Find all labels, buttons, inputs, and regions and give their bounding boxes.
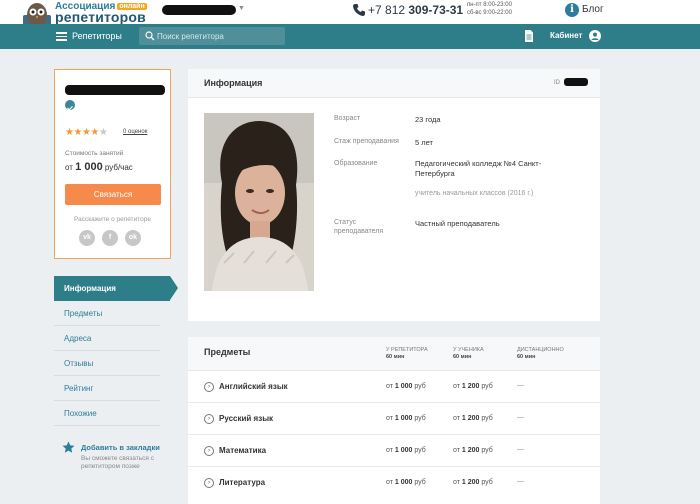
information-header: Информация ID (188, 69, 600, 98)
price-tutor: от 1 000 руб (386, 447, 426, 454)
star-filled-icon: ★ (90, 127, 99, 138)
subject-row[interactable]: › Литература от 1 000 руб от 1 200 руб — (188, 466, 600, 498)
column-header-student: У УЧЕНИКА 60 мин (453, 347, 484, 360)
price-tutor: от 1 000 руб (386, 479, 426, 486)
cabinet-link[interactable]: Кабинет (550, 31, 582, 40)
cost-label: Стоимость занятий (65, 150, 124, 157)
star-filled-icon: ★ (73, 127, 82, 138)
account-name-redacted[interactable] (162, 5, 236, 15)
column-header-tutor: У РЕПЕТИТОРА 60 мин (386, 347, 428, 360)
experience-value: 5 лет (415, 138, 433, 147)
price-remote: — (517, 446, 524, 453)
education-sub: учитель начальных классов (2016 г.) (415, 190, 534, 197)
hours-weekday: пн-пт 8:00-23:00 (467, 2, 512, 8)
section-menu: Информация Предметы Адреса Отзывы Рейтин… (54, 276, 178, 426)
price-tutor: от 1 000 руб (386, 383, 426, 390)
active-arrow (170, 276, 178, 300)
information-panel: Информация ID Возраст 23 года Стаж препо… (188, 69, 600, 321)
search-input[interactable] (157, 29, 281, 43)
user-icon[interactable] (589, 30, 601, 42)
hours-weekend: сб-вс 9:00-22:00 (467, 10, 512, 16)
phone-icon (353, 4, 365, 16)
status-label: Статус преподавателя (334, 219, 384, 235)
section-item-reviews[interactable]: Отзывы (54, 351, 160, 376)
reviews-link[interactable]: 0 оценок (123, 129, 147, 135)
subject-row[interactable]: › Русский язык от 1 000 руб от 1 200 руб… (188, 402, 600, 434)
status-value: Частный преподаватель (415, 219, 500, 228)
verified-check-icon (65, 100, 75, 111)
top-header: Ассоциация онлайн репетиторов ▼ +7 812 30… (0, 0, 700, 35)
star-icon[interactable] (62, 441, 75, 454)
rating-stars: ★★★★★ (65, 127, 108, 138)
star-empty-icon: ★ (98, 127, 108, 138)
price-remote: — (517, 382, 524, 389)
blog-link[interactable]: Блог (582, 4, 604, 15)
odnoklassniki-icon[interactable]: ok (125, 230, 141, 246)
subject-name: Английский язык (219, 382, 288, 391)
subject-row[interactable]: › Английский язык от 1 000 руб от 1 200 … (188, 370, 600, 402)
price-tutor: от 1 000 руб (386, 415, 426, 422)
tutor-name-redacted (65, 85, 165, 95)
subjects-header: Предметы У РЕПЕТИТОРА 60 мин У УЧЕНИКА 60 … (188, 337, 600, 370)
section-item-subjects[interactable]: Предметы (54, 301, 160, 326)
subject-row[interactable]: › Математика от 1 000 руб от 1 200 руб — (188, 434, 600, 466)
logo-line2: репетиторов (55, 9, 146, 25)
document-icon[interactable] (524, 30, 534, 42)
section-item-similar[interactable]: Похожие (54, 401, 160, 426)
price-student: от 1 200 руб (453, 447, 493, 454)
tutor-photo (204, 113, 314, 291)
section-item-addresses[interactable]: Адреса (54, 326, 160, 351)
bookmark-note: Вы сможете связаться с репетитором позже (81, 455, 154, 470)
age-label: Возраст (334, 115, 361, 122)
education-value: Педагогический колледж №4 Санкт-Петербур… (415, 159, 542, 178)
price-student: от 1 200 руб (453, 479, 493, 486)
add-bookmark-link[interactable]: Добавить в закладки (81, 443, 160, 452)
facebook-icon[interactable]: f (102, 230, 118, 246)
age-value: 23 года (415, 115, 441, 124)
id-label: ID (554, 80, 560, 86)
chevron-down-icon[interactable]: ▼ (238, 5, 245, 12)
id-value-redacted (564, 78, 588, 86)
education-label: Образование (334, 160, 378, 167)
subjects-panel: Предметы У РЕПЕТИТОРА 60 мин У УЧЕНИКА 60 … (188, 337, 600, 504)
price-student: от 1 200 руб (453, 383, 493, 390)
main-navbar: Репетиторы Кабинет (0, 24, 700, 49)
vk-icon[interactable]: vk (79, 230, 95, 246)
subject-name: Литература (219, 478, 266, 487)
chevron-right-icon[interactable]: › (204, 414, 214, 424)
chevron-right-icon[interactable]: › (204, 446, 214, 456)
hamburger-menu-icon[interactable] (56, 32, 67, 41)
experience-label: Стаж преподавания (334, 138, 399, 145)
chevron-right-icon[interactable]: › (204, 478, 214, 488)
section-item-rating[interactable]: Рейтинг (54, 376, 160, 401)
chevron-right-icon[interactable]: › (204, 382, 214, 392)
price-remote: — (517, 478, 524, 485)
working-hours: пн-пт 8:00-23:00 сб-вс 9:00-22:00 (467, 1, 512, 17)
price-remote: — (517, 414, 524, 421)
share-label: Расскажите о репетиторе (73, 216, 152, 223)
phone-number[interactable]: +7 812 309-73-31 (368, 3, 463, 17)
column-header-remote: ДИСТАНЦИОННО 60 мин (517, 347, 564, 360)
subject-name: Русский язык (219, 414, 274, 423)
contact-button[interactable]: Связаться (65, 184, 161, 205)
cost-value: от 1 000 руб/час (65, 161, 133, 173)
price-student: от 1 200 руб (453, 415, 493, 422)
section-item-info[interactable]: Информация (54, 276, 170, 301)
search-box[interactable] (139, 27, 285, 45)
tutors-menu-link[interactable]: Репетиторы (72, 31, 122, 41)
tutor-profile-card: ★★★★★ 0 оценок Стоимость занятий от 1 00… (54, 69, 171, 259)
subjects-title: Предметы (204, 347, 251, 357)
search-icon (145, 31, 155, 41)
info-icon[interactable]: i (565, 3, 579, 17)
subject-name: Математика (219, 446, 267, 455)
information-title: Информация (204, 78, 263, 88)
